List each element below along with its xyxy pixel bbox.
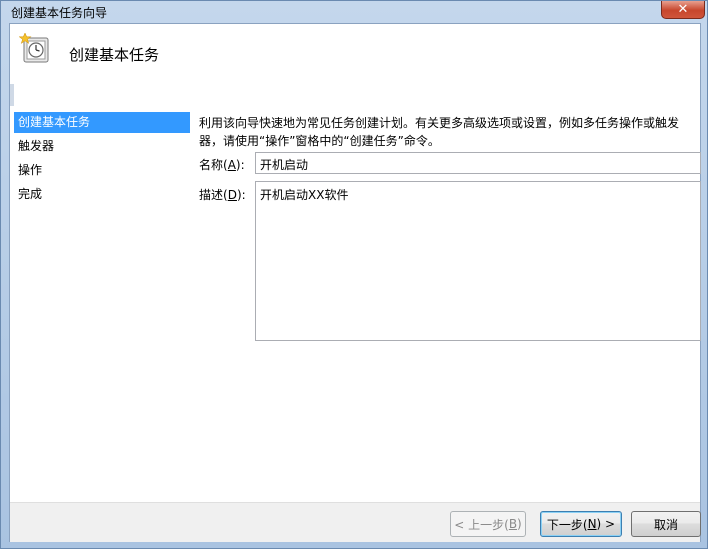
- wizard-window: 创建基本任务向导 ✕ 创建基本任务 创建基本任务 触发器 操作 完成 利用该向导…: [0, 0, 708, 549]
- wizard-header: 创建基本任务: [10, 24, 700, 84]
- close-button[interactable]: ✕: [661, 1, 705, 19]
- cancel-button[interactable]: 取消: [631, 511, 701, 537]
- clock-star-icon: [19, 33, 49, 63]
- nav-item-create-basic-task[interactable]: 创建基本任务: [14, 112, 190, 133]
- wizard-steps-nav: 创建基本任务 触发器 操作 完成: [14, 112, 190, 208]
- divider: [10, 84, 14, 106]
- description-label: 描述(D):: [199, 188, 246, 202]
- nav-item-action[interactable]: 操作: [14, 160, 190, 184]
- window-title: 创建基本任务向导: [11, 6, 108, 20]
- name-field[interactable]: 开机启动: [255, 152, 701, 174]
- wizard-footer: < 上一步(B) 下一步(N) > 取消: [10, 502, 701, 542]
- nav-item-finish[interactable]: 完成: [14, 184, 190, 208]
- back-button[interactable]: < 上一步(B): [450, 511, 526, 537]
- next-button[interactable]: 下一步(N) >: [540, 511, 622, 537]
- wizard-client-area: 创建基本任务 创建基本任务 触发器 操作 完成 利用该向导快速地为常见任务创建计…: [9, 23, 701, 542]
- description-field[interactable]: 开机启动XX软件: [255, 181, 701, 341]
- nav-item-trigger[interactable]: 触发器: [14, 136, 190, 160]
- wizard-description: 利用该向导快速地为常见任务创建计划。有关更多高级选项或设置，例如多任务操作或触发…: [199, 116, 680, 148]
- title-bar[interactable]: 创建基本任务向导 ✕: [1, 1, 707, 23]
- page-title: 创建基本任务: [69, 46, 160, 64]
- close-icon: ✕: [677, 2, 689, 17]
- name-label: 名称(A):: [199, 158, 245, 172]
